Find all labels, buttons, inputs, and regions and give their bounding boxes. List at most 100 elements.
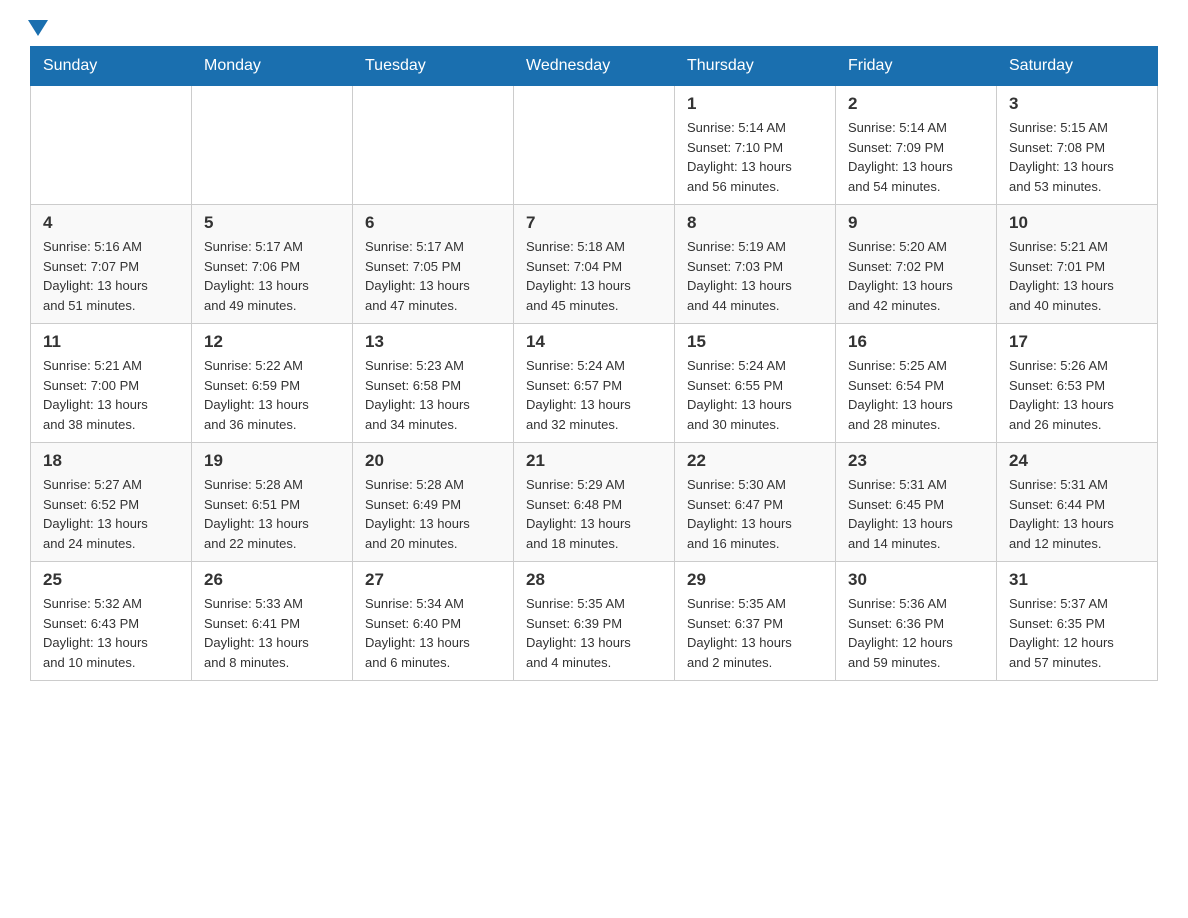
day-info: Sunrise: 5:36 AM Sunset: 6:36 PM Dayligh…	[848, 594, 984, 672]
day-number: 21	[526, 451, 662, 471]
day-info: Sunrise: 5:22 AM Sunset: 6:59 PM Dayligh…	[204, 356, 340, 434]
day-number: 31	[1009, 570, 1145, 590]
calendar-cell: 3 Sunrise: 5:15 AM Sunset: 7:08 PM Daylig…	[997, 86, 1158, 205]
logo	[30, 20, 48, 36]
day-number: 3	[1009, 94, 1145, 114]
weekday-header-friday: Friday	[836, 47, 997, 86]
calendar-cell	[353, 86, 514, 205]
day-info: Sunrise: 5:31 AM Sunset: 6:44 PM Dayligh…	[1009, 475, 1145, 553]
calendar-cell: 9 Sunrise: 5:20 AM Sunset: 7:02 PM Daylig…	[836, 205, 997, 324]
calendar-table: SundayMondayTuesdayWednesdayThursdayFrid…	[30, 46, 1158, 681]
day-info: Sunrise: 5:28 AM Sunset: 6:49 PM Dayligh…	[365, 475, 501, 553]
calendar-cell	[192, 86, 353, 205]
calendar-cell: 18Sunrise: 5:27 AM Sunset: 6:52 PM Dayli…	[31, 443, 192, 562]
day-number: 11	[43, 332, 179, 352]
weekday-header-monday: Monday	[192, 47, 353, 86]
day-info: Sunrise: 5:33 AM Sunset: 6:41 PM Dayligh…	[204, 594, 340, 672]
day-number: 26	[204, 570, 340, 590]
day-number: 9	[848, 213, 984, 233]
weekday-header-row: SundayMondayTuesdayWednesdayThursdayFrid…	[31, 47, 1158, 86]
day-info: Sunrise: 5:35 AM Sunset: 6:37 PM Dayligh…	[687, 594, 823, 672]
day-number: 7	[526, 213, 662, 233]
calendar-week-row: 18Sunrise: 5:27 AM Sunset: 6:52 PM Dayli…	[31, 443, 1158, 562]
day-info: Sunrise: 5:29 AM Sunset: 6:48 PM Dayligh…	[526, 475, 662, 553]
calendar-cell	[514, 86, 675, 205]
day-info: Sunrise: 5:28 AM Sunset: 6:51 PM Dayligh…	[204, 475, 340, 553]
day-info: Sunrise: 5:15 AM Sunset: 7:08 PM Dayligh…	[1009, 118, 1145, 196]
calendar-cell: 16Sunrise: 5:25 AM Sunset: 6:54 PM Dayli…	[836, 324, 997, 443]
calendar-cell: 23 Sunrise: 5:31 AM Sunset: 6:45 PM Dayli…	[836, 443, 997, 562]
day-info: Sunrise: 5:35 AM Sunset: 6:39 PM Dayligh…	[526, 594, 662, 672]
day-number: 27	[365, 570, 501, 590]
day-number: 6	[365, 213, 501, 233]
day-number: 16	[848, 332, 984, 352]
weekday-header-thursday: Thursday	[675, 47, 836, 86]
calendar-cell: 4 Sunrise: 5:16 AM Sunset: 7:07 PM Daylig…	[31, 205, 192, 324]
calendar-cell: 26 Sunrise: 5:33 AM Sunset: 6:41 PM Dayli…	[192, 562, 353, 681]
calendar-cell: 10 Sunrise: 5:21 AM Sunset: 7:01 PM Dayli…	[997, 205, 1158, 324]
calendar-cell: 24 Sunrise: 5:31 AM Sunset: 6:44 PM Dayli…	[997, 443, 1158, 562]
weekday-header-saturday: Saturday	[997, 47, 1158, 86]
calendar-cell: 17 Sunrise: 5:26 AM Sunset: 6:53 PM Dayli…	[997, 324, 1158, 443]
day-info: Sunrise: 5:19 AM Sunset: 7:03 PM Dayligh…	[687, 237, 823, 315]
day-info: Sunrise: 5:37 AM Sunset: 6:35 PM Dayligh…	[1009, 594, 1145, 672]
calendar-cell: 1 Sunrise: 5:14 AM Sunset: 7:10 PM Daylig…	[675, 86, 836, 205]
calendar-cell: 20 Sunrise: 5:28 AM Sunset: 6:49 PM Dayli…	[353, 443, 514, 562]
calendar-cell: 19 Sunrise: 5:28 AM Sunset: 6:51 PM Dayli…	[192, 443, 353, 562]
calendar-cell: 6 Sunrise: 5:17 AM Sunset: 7:05 PM Daylig…	[353, 205, 514, 324]
day-number: 23	[848, 451, 984, 471]
day-info: Sunrise: 5:27 AM Sunset: 6:52 PM Dayligh…	[43, 475, 179, 553]
calendar-cell: 22 Sunrise: 5:30 AM Sunset: 6:47 PM Dayli…	[675, 443, 836, 562]
calendar-week-row: 25 Sunrise: 5:32 AM Sunset: 6:43 PM Dayli…	[31, 562, 1158, 681]
day-number: 19	[204, 451, 340, 471]
day-number: 4	[43, 213, 179, 233]
day-info: Sunrise: 5:31 AM Sunset: 6:45 PM Dayligh…	[848, 475, 984, 553]
calendar-week-row: 4 Sunrise: 5:16 AM Sunset: 7:07 PM Daylig…	[31, 205, 1158, 324]
day-info: Sunrise: 5:34 AM Sunset: 6:40 PM Dayligh…	[365, 594, 501, 672]
day-number: 10	[1009, 213, 1145, 233]
day-info: Sunrise: 5:21 AM Sunset: 7:00 PM Dayligh…	[43, 356, 179, 434]
day-number: 30	[848, 570, 984, 590]
calendar-cell: 12 Sunrise: 5:22 AM Sunset: 6:59 PM Dayli…	[192, 324, 353, 443]
day-info: Sunrise: 5:24 AM Sunset: 6:57 PM Dayligh…	[526, 356, 662, 434]
day-info: Sunrise: 5:24 AM Sunset: 6:55 PM Dayligh…	[687, 356, 823, 434]
calendar-cell: 25 Sunrise: 5:32 AM Sunset: 6:43 PM Dayli…	[31, 562, 192, 681]
calendar-cell: 8Sunrise: 5:19 AM Sunset: 7:03 PM Daylig…	[675, 205, 836, 324]
day-number: 29	[687, 570, 823, 590]
day-info: Sunrise: 5:16 AM Sunset: 7:07 PM Dayligh…	[43, 237, 179, 315]
day-number: 1	[687, 94, 823, 114]
calendar-cell: 5 Sunrise: 5:17 AM Sunset: 7:06 PM Daylig…	[192, 205, 353, 324]
calendar-cell: 2Sunrise: 5:14 AM Sunset: 7:09 PM Daylig…	[836, 86, 997, 205]
weekday-header-tuesday: Tuesday	[353, 47, 514, 86]
day-number: 22	[687, 451, 823, 471]
day-number: 25	[43, 570, 179, 590]
calendar-cell: 7 Sunrise: 5:18 AM Sunset: 7:04 PM Daylig…	[514, 205, 675, 324]
header	[30, 20, 1158, 36]
day-number: 13	[365, 332, 501, 352]
calendar-cell: 31 Sunrise: 5:37 AM Sunset: 6:35 PM Dayli…	[997, 562, 1158, 681]
day-number: 2	[848, 94, 984, 114]
calendar-cell	[31, 86, 192, 205]
calendar-cell: 27 Sunrise: 5:34 AM Sunset: 6:40 PM Dayli…	[353, 562, 514, 681]
day-info: Sunrise: 5:26 AM Sunset: 6:53 PM Dayligh…	[1009, 356, 1145, 434]
weekday-header-sunday: Sunday	[31, 47, 192, 86]
calendar-cell: 29 Sunrise: 5:35 AM Sunset: 6:37 PM Dayli…	[675, 562, 836, 681]
day-number: 14	[526, 332, 662, 352]
day-info: Sunrise: 5:17 AM Sunset: 7:05 PM Dayligh…	[365, 237, 501, 315]
calendar-cell: 11 Sunrise: 5:21 AM Sunset: 7:00 PM Dayli…	[31, 324, 192, 443]
day-number: 17	[1009, 332, 1145, 352]
day-number: 20	[365, 451, 501, 471]
day-info: Sunrise: 5:17 AM Sunset: 7:06 PM Dayligh…	[204, 237, 340, 315]
day-info: Sunrise: 5:32 AM Sunset: 6:43 PM Dayligh…	[43, 594, 179, 672]
day-number: 28	[526, 570, 662, 590]
day-number: 24	[1009, 451, 1145, 471]
day-info: Sunrise: 5:21 AM Sunset: 7:01 PM Dayligh…	[1009, 237, 1145, 315]
day-info: Sunrise: 5:23 AM Sunset: 6:58 PM Dayligh…	[365, 356, 501, 434]
day-info: Sunrise: 5:20 AM Sunset: 7:02 PM Dayligh…	[848, 237, 984, 315]
day-number: 12	[204, 332, 340, 352]
day-info: Sunrise: 5:14 AM Sunset: 7:10 PM Dayligh…	[687, 118, 823, 196]
day-number: 5	[204, 213, 340, 233]
day-info: Sunrise: 5:30 AM Sunset: 6:47 PM Dayligh…	[687, 475, 823, 553]
calendar-cell: 13 Sunrise: 5:23 AM Sunset: 6:58 PM Dayli…	[353, 324, 514, 443]
day-info: Sunrise: 5:18 AM Sunset: 7:04 PM Dayligh…	[526, 237, 662, 315]
